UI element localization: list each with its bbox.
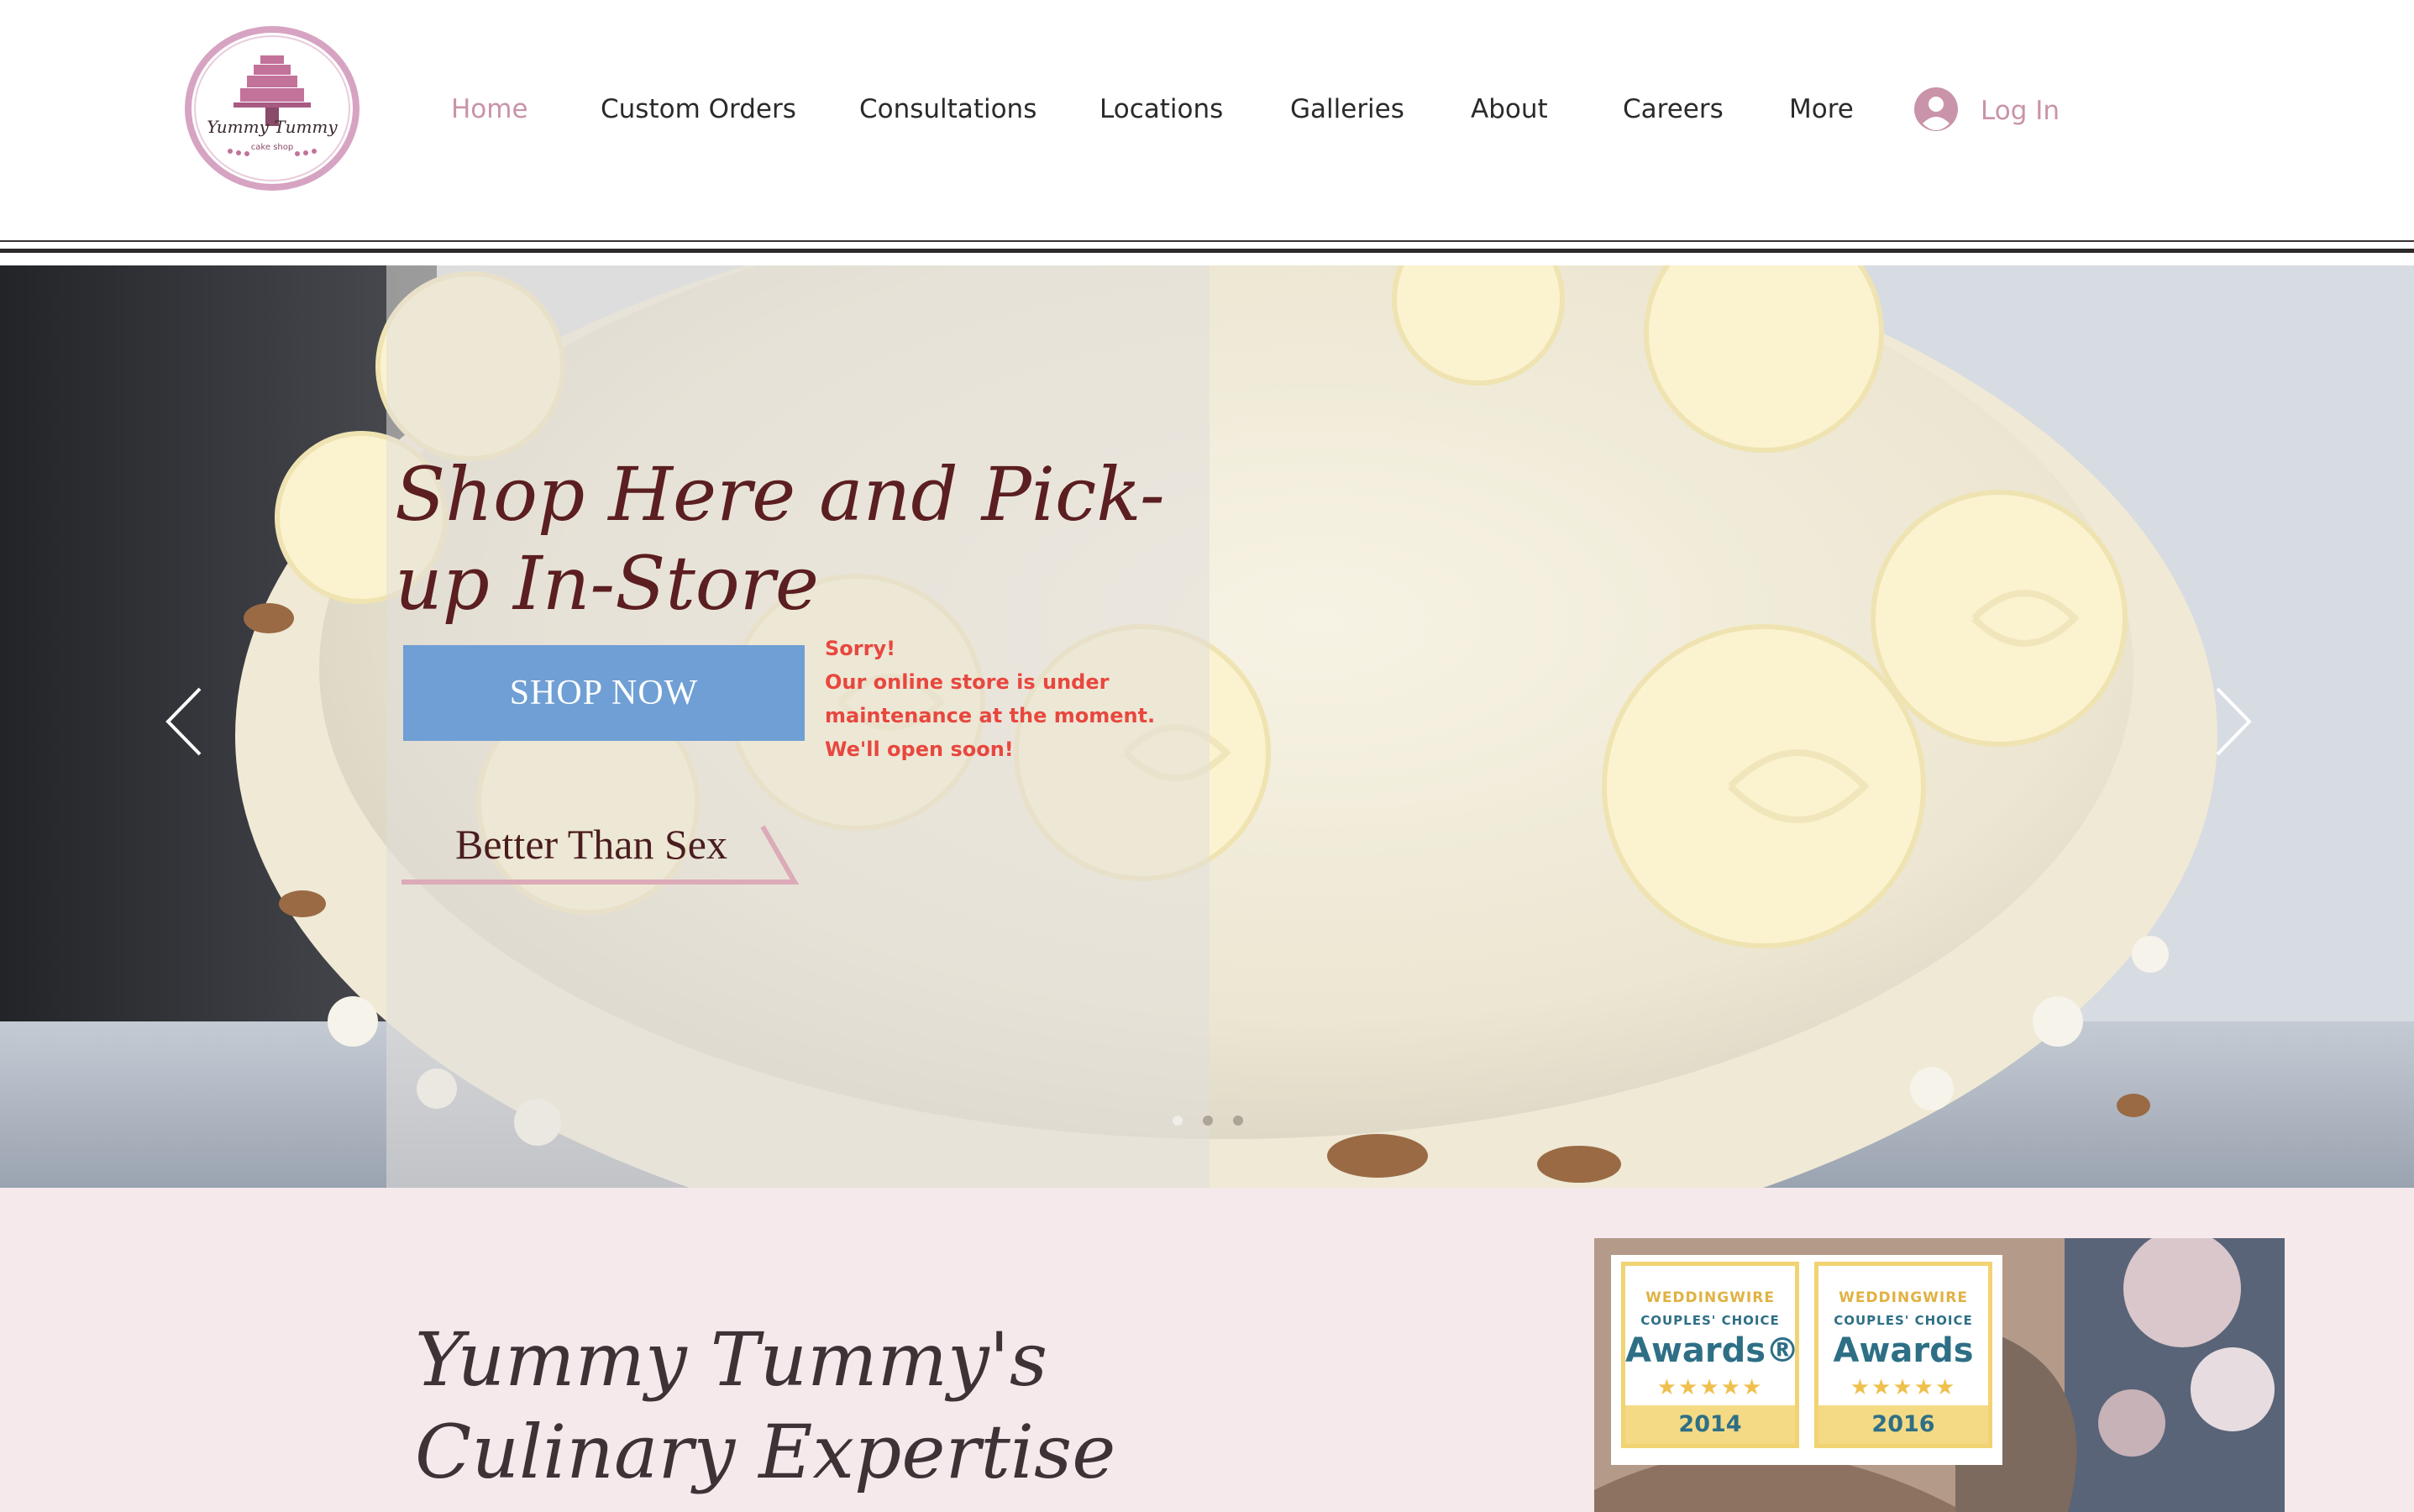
nav-item-custom-orders[interactable]: Custom Orders [601,84,796,134]
header-divider-thin [0,240,2414,242]
award-title: Awards [1833,1331,1974,1370]
chevron-left-icon[interactable] [165,685,203,761]
award-year: 2016 [1818,1405,1988,1444]
login-label: Log In [1981,96,2060,126]
chevron-right-icon[interactable] [2214,685,2253,761]
award-line: COUPLES' CHOICE [1834,1313,1973,1328]
nav-item-galleries[interactable]: Galleries [1290,84,1404,134]
shop-now-button[interactable]: SHOP NOW [403,645,805,741]
site-header: Yummy Tummy cake shop Home Custom Orders… [0,0,2414,240]
awards-image: WEDDINGWIRE COUPLES' CHOICE Awards® ★★★★… [1594,1238,2285,1512]
slide-indicators [1173,1116,1243,1126]
hero-slideshow: Shop Here and Pick-up In-Store SHOP NOW … [0,265,2414,1188]
notice-line: Sorry! [825,637,896,660]
nav-item-careers[interactable]: Careers [1623,84,1724,134]
nav-item-consultations[interactable]: Consultations [859,84,1036,134]
nav-item-home[interactable]: Home [451,84,528,134]
svg-text:cake shop: cake shop [251,143,293,152]
user-avatar-icon [1913,87,1959,135]
slide-dot[interactable] [1173,1116,1183,1126]
flavor-label[interactable]: Better Than Sex [455,820,727,869]
site-logo[interactable]: Yummy Tummy cake shop [183,25,361,192]
award-brand: WEDDINGWIRE [1645,1289,1775,1306]
svg-text:Yummy Tummy: Yummy Tummy [207,117,338,137]
award-brand: WEDDINGWIRE [1839,1289,1968,1306]
award-badge-2014: WEDDINGWIRE COUPLES' CHOICE Awards® ★★★★… [1621,1262,1799,1448]
award-title: Awards® [1625,1331,1800,1370]
award-badge-2016: WEDDINGWIRE COUPLES' CHOICE Awards ★★★★★… [1814,1262,1992,1448]
nav-item-about[interactable]: About [1471,84,1548,134]
hero-title: Shop Here and Pick-up In-Store [395,451,1165,627]
login-button[interactable]: Log In [1913,84,2060,138]
section-title: Yummy Tummy's Culinary Expertise [415,1316,1116,1495]
slide-dot[interactable] [1203,1116,1213,1126]
star-rating-icon: ★★★★★ [1850,1375,1957,1400]
header-divider-thick [0,249,2414,253]
award-year: 2014 [1625,1405,1795,1444]
store-notice: Sorry! Our online store is under mainten… [825,632,1178,766]
slide-dot[interactable] [1233,1116,1243,1126]
notice-line: We'll open soon! [825,738,1014,761]
culinary-section: Yummy Tummy's Culinary Expertise WEDDING… [0,1188,2414,1512]
nav-item-more[interactable]: More [1789,84,1854,134]
award-line: COUPLES' CHOICE [1640,1313,1780,1328]
notice-line: maintenance at the moment. [825,704,1156,727]
nav-item-locations[interactable]: Locations [1099,84,1223,134]
star-rating-icon: ★★★★★ [1656,1375,1764,1400]
notice-line: Our online store is under [825,670,1110,694]
